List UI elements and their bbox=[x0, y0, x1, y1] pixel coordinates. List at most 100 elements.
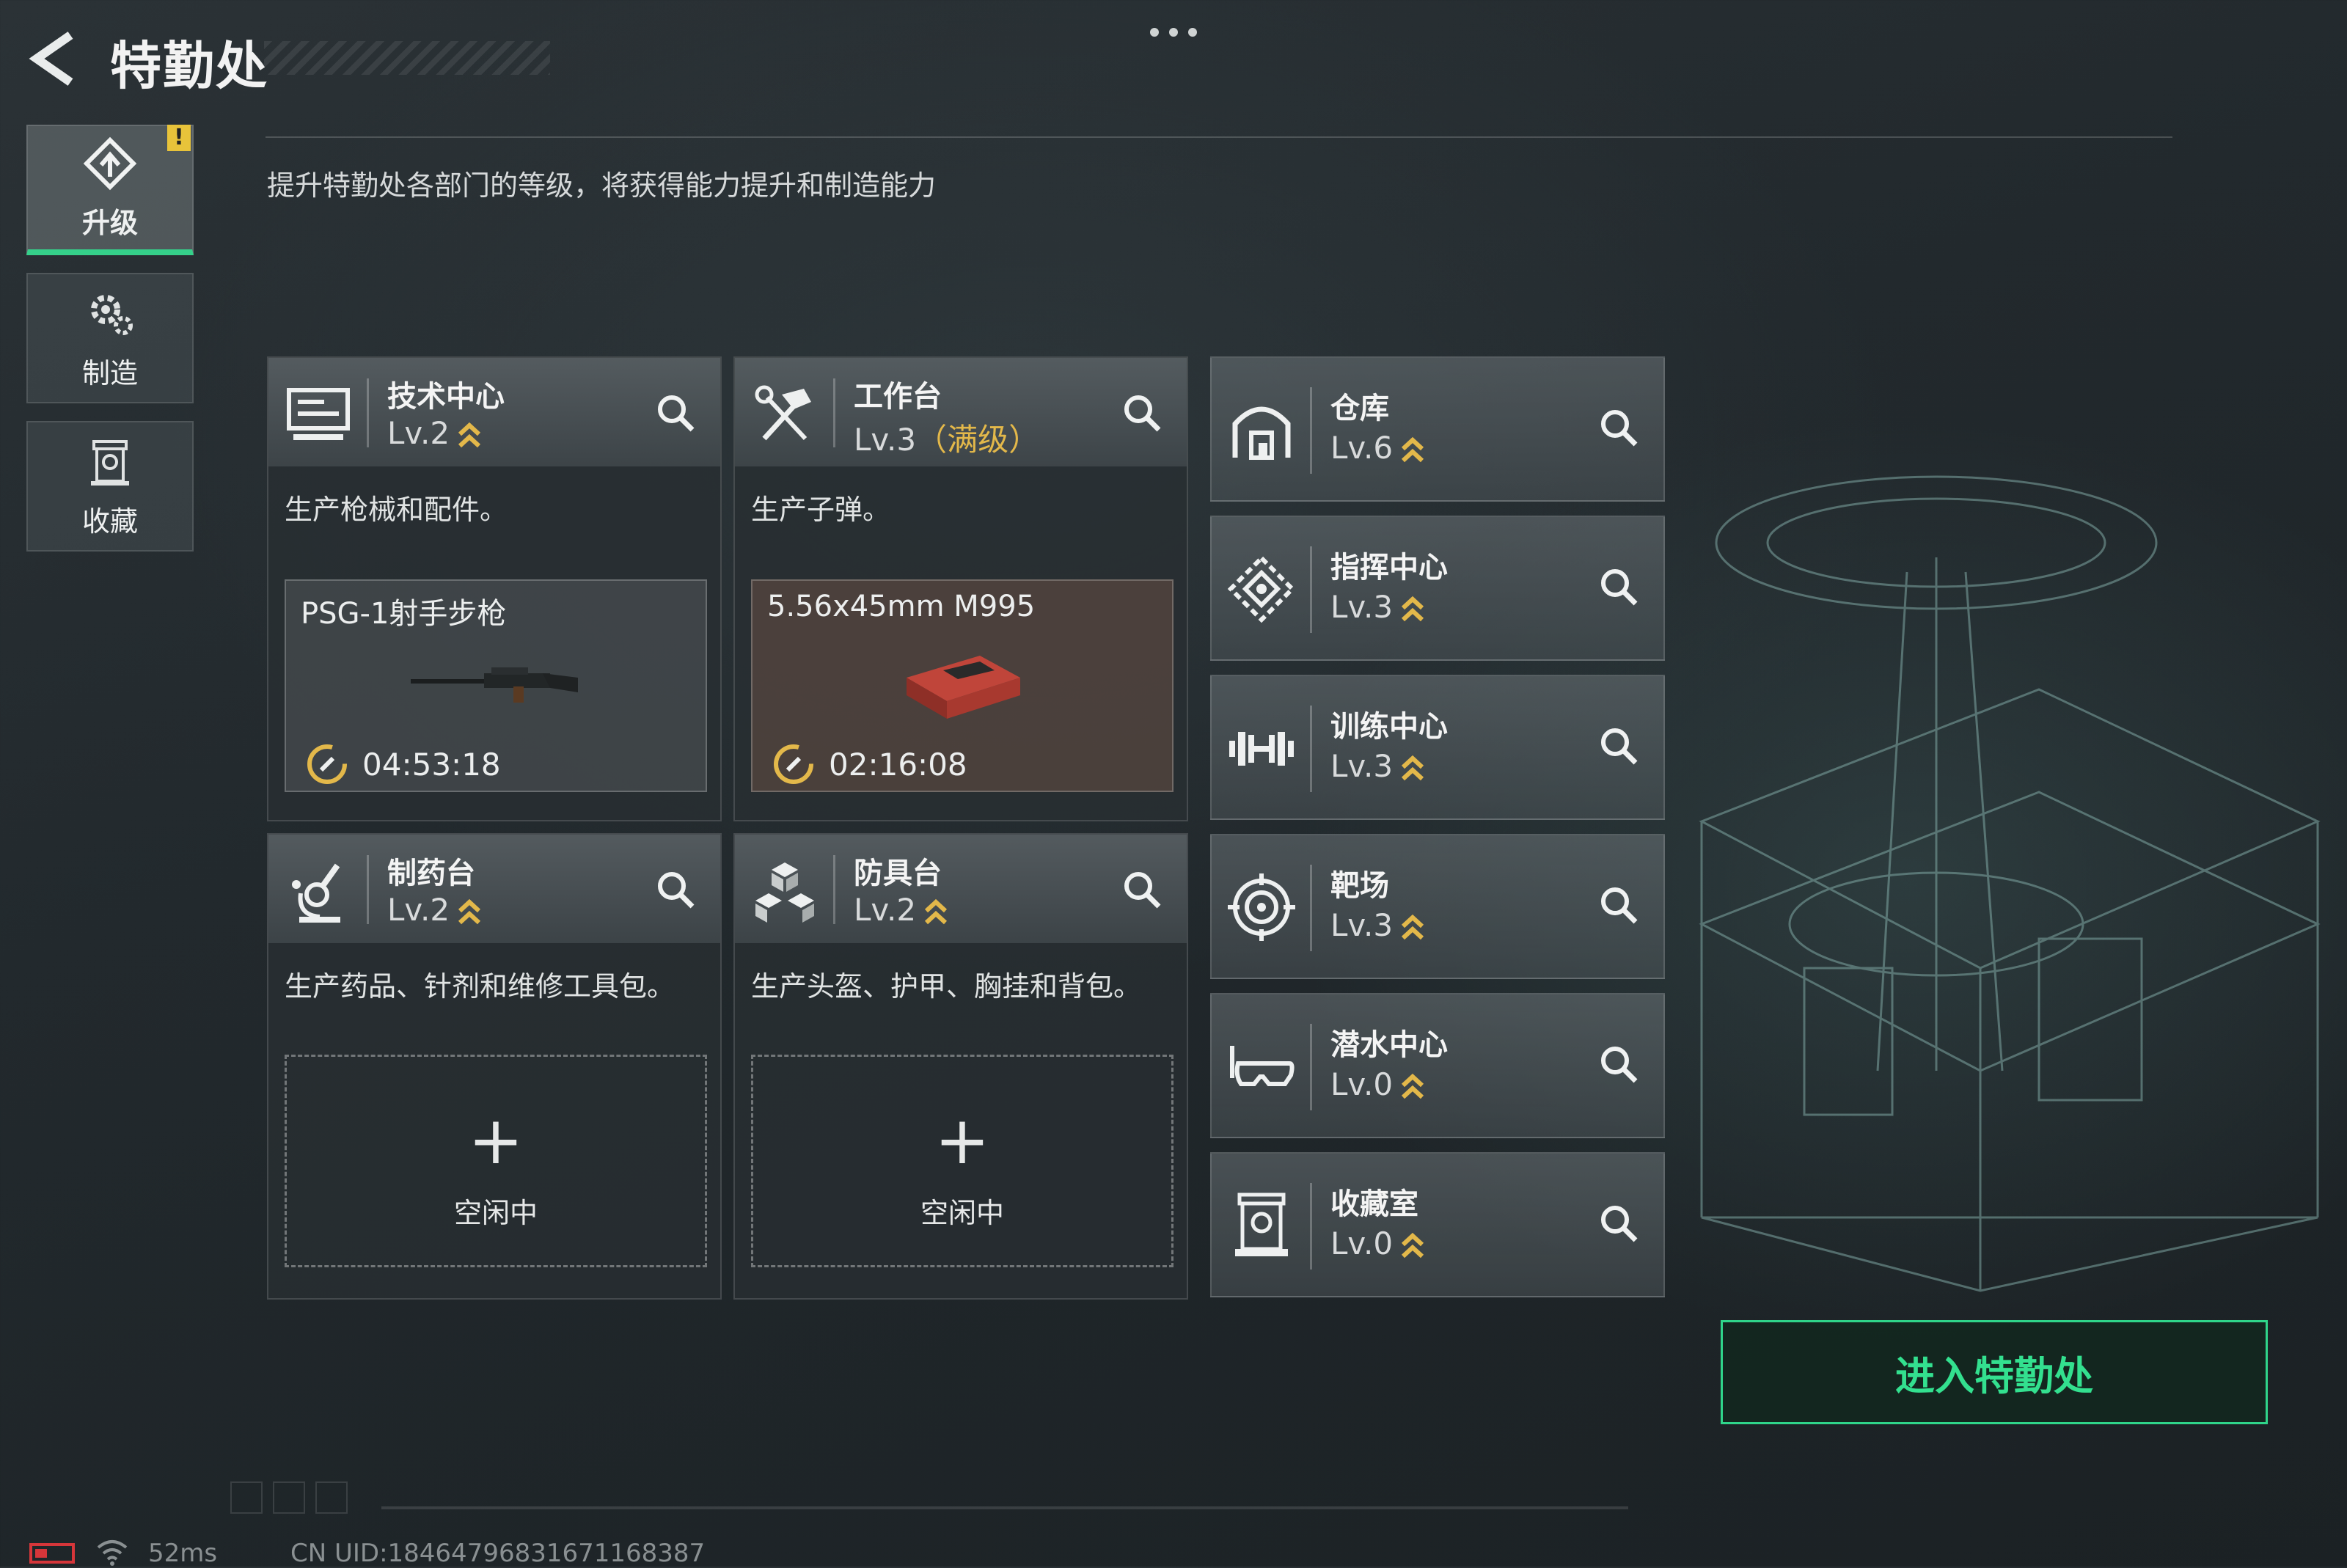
facility-level: Lv.6 bbox=[1330, 430, 1425, 466]
level-text: Lv.2 bbox=[387, 892, 450, 928]
facility-card-warehouse[interactable]: 仓库 Lv.6 bbox=[1210, 356, 1665, 502]
facility-name: 技术中心 bbox=[387, 380, 505, 414]
search-icon[interactable] bbox=[650, 387, 701, 439]
product-name: PSG-1射手步枪 bbox=[301, 597, 507, 631]
card-header: 防具台 Lv.2 bbox=[735, 835, 1187, 943]
divider bbox=[1310, 546, 1312, 633]
max-level-note: （满级） bbox=[916, 422, 1040, 458]
ammo-box-icon bbox=[907, 656, 1020, 719]
title-decoration bbox=[264, 41, 550, 75]
facility-level: Lv.2 bbox=[387, 892, 482, 928]
timer-text: 02:16:08 bbox=[829, 746, 967, 783]
gear-icon bbox=[91, 294, 133, 335]
facility-card-command-center[interactable]: 指挥中心 Lv.3 bbox=[1210, 516, 1665, 661]
sidebar-tab-craft[interactable]: 制造 bbox=[26, 273, 194, 403]
add-icon: + bbox=[468, 1102, 524, 1179]
facility-card-shooting-range[interactable]: 靶场 Lv.3 bbox=[1210, 834, 1665, 979]
divider bbox=[1310, 1024, 1312, 1110]
level-text: Lv.3 bbox=[854, 422, 917, 458]
facility-name: 制药台 bbox=[387, 857, 475, 890]
production-timer: 04:53:18 bbox=[305, 742, 501, 786]
facility-level: Lv.0 bbox=[1330, 1226, 1425, 1261]
add-icon: + bbox=[934, 1102, 990, 1179]
uid-text: CN UID:18464796831671168387 bbox=[290, 1539, 706, 1568]
decoration bbox=[273, 1481, 305, 1514]
facility-name: 仓库 bbox=[1330, 392, 1389, 425]
enter-button[interactable]: 进入特勤处 bbox=[1721, 1320, 2268, 1424]
level-up-chevron-icon bbox=[1402, 596, 1424, 621]
level-up-chevron-icon bbox=[925, 898, 948, 924]
timer-wrench-icon bbox=[307, 744, 347, 784]
base-structure-illustration bbox=[1699, 475, 2321, 1292]
facility-card-diving-center[interactable]: 潜水中心 Lv.0 bbox=[1210, 993, 1665, 1138]
microscope-icon bbox=[292, 863, 340, 923]
facility-level: Lv.3 bbox=[1330, 907, 1425, 943]
decoration bbox=[230, 1481, 263, 1514]
hammer-icon bbox=[755, 385, 811, 441]
facility-description: 生产子弹。 bbox=[751, 494, 891, 526]
divider bbox=[266, 136, 2172, 138]
facility-card-training-center[interactable]: 训练中心 Lv.3 bbox=[1210, 675, 1665, 820]
ping-text: 52ms bbox=[148, 1539, 218, 1568]
search-icon[interactable] bbox=[1593, 1198, 1644, 1249]
production-slot[interactable]: 5.56x45mm M995 02:16:08 bbox=[751, 579, 1174, 792]
more-dots-icon[interactable] bbox=[1144, 18, 1203, 47]
command-icon bbox=[1227, 554, 1296, 623]
rifle-icon bbox=[411, 667, 578, 703]
facility-description: 生产头盔、护甲、胸挂和背包。 bbox=[751, 970, 1142, 1003]
idle-label: 空闲中 bbox=[453, 1197, 538, 1229]
sidebar-tab-label: 制造 bbox=[81, 356, 138, 389]
search-icon[interactable] bbox=[650, 864, 701, 915]
warehouse-icon bbox=[1232, 406, 1291, 460]
facility-card-collection-room[interactable]: 收藏室 Lv.0 bbox=[1210, 1152, 1665, 1297]
facility-card-pharmacy[interactable]: 制药台 Lv.2 生产药品、针剂和维修工具包。 + 空闲中 bbox=[267, 833, 722, 1300]
product-name: 5.56x45mm M995 bbox=[767, 590, 1036, 623]
facility-name: 收藏室 bbox=[1330, 1187, 1418, 1221]
target-icon bbox=[1228, 873, 1295, 941]
level-text: Lv.6 bbox=[1330, 430, 1394, 466]
level-up-chevron-icon bbox=[1402, 914, 1424, 939]
facility-card-tech-center[interactable]: 技术中心 Lv.2 生产枪械和配件。 PSG-1射手步枪 04:53:18 bbox=[267, 356, 722, 821]
level-up-chevron-icon bbox=[1402, 436, 1424, 462]
facility-name: 训练中心 bbox=[1330, 710, 1448, 744]
divider bbox=[381, 1506, 1628, 1509]
sidebar-tab-label: 收藏 bbox=[81, 505, 138, 538]
search-icon[interactable] bbox=[1116, 864, 1168, 915]
idle-production-slot[interactable]: + 空闲中 bbox=[751, 1055, 1174, 1267]
timer-wrench-icon bbox=[774, 744, 813, 784]
facility-name: 靶场 bbox=[1330, 869, 1389, 903]
facility-card-workbench[interactable]: 工作台 Lv.3（满级） 生产子弹。 5.56x45mm M995 02:16:… bbox=[733, 356, 1188, 821]
diving-mask-icon bbox=[1230, 1046, 1295, 1086]
dumbbell-icon bbox=[1229, 732, 1294, 766]
sidebar-tab-collection[interactable]: 收藏 bbox=[26, 421, 194, 552]
level-text: Lv.0 bbox=[1330, 1066, 1394, 1102]
search-icon[interactable] bbox=[1593, 720, 1644, 772]
page-title: 特勤处 bbox=[110, 36, 268, 96]
decoration bbox=[315, 1481, 348, 1514]
facility-description: 生产药品、针剂和维修工具包。 bbox=[285, 970, 675, 1003]
facility-description: 生产枪械和配件。 bbox=[285, 494, 508, 526]
facility-level: Lv.2 bbox=[387, 415, 482, 451]
collection-room-icon bbox=[1235, 1193, 1288, 1256]
level-text: Lv.3 bbox=[1330, 748, 1394, 784]
facility-level: Lv.3（满级） bbox=[854, 415, 1039, 460]
search-icon[interactable] bbox=[1593, 1038, 1644, 1090]
facility-level: Lv.0 bbox=[1330, 1066, 1425, 1102]
search-icon[interactable] bbox=[1593, 402, 1644, 453]
level-up-chevron-icon bbox=[458, 898, 481, 924]
search-icon[interactable] bbox=[1593, 561, 1644, 612]
divider bbox=[833, 378, 835, 447]
facility-card-armor-bench[interactable]: 防具台 Lv.2 生产头盔、护甲、胸挂和背包。 + 空闲中 bbox=[733, 833, 1188, 1300]
card-header: 制药台 Lv.2 bbox=[268, 835, 720, 943]
divider bbox=[1310, 706, 1312, 792]
divider bbox=[1310, 387, 1312, 474]
search-icon[interactable] bbox=[1116, 387, 1168, 439]
warning-badge: ! bbox=[167, 125, 191, 151]
card-header: 技术中心 Lv.2 bbox=[268, 358, 720, 466]
back-arrow-icon[interactable] bbox=[25, 29, 84, 88]
facility-level: Lv.3 bbox=[1330, 589, 1425, 625]
page-subtitle: 提升特勤处各部门的等级，将获得能力提升和制造能力 bbox=[267, 169, 937, 202]
production-slot[interactable]: PSG-1射手步枪 04:53:18 bbox=[285, 579, 707, 792]
search-icon[interactable] bbox=[1593, 879, 1644, 931]
idle-production-slot[interactable]: + 空闲中 bbox=[285, 1055, 707, 1267]
